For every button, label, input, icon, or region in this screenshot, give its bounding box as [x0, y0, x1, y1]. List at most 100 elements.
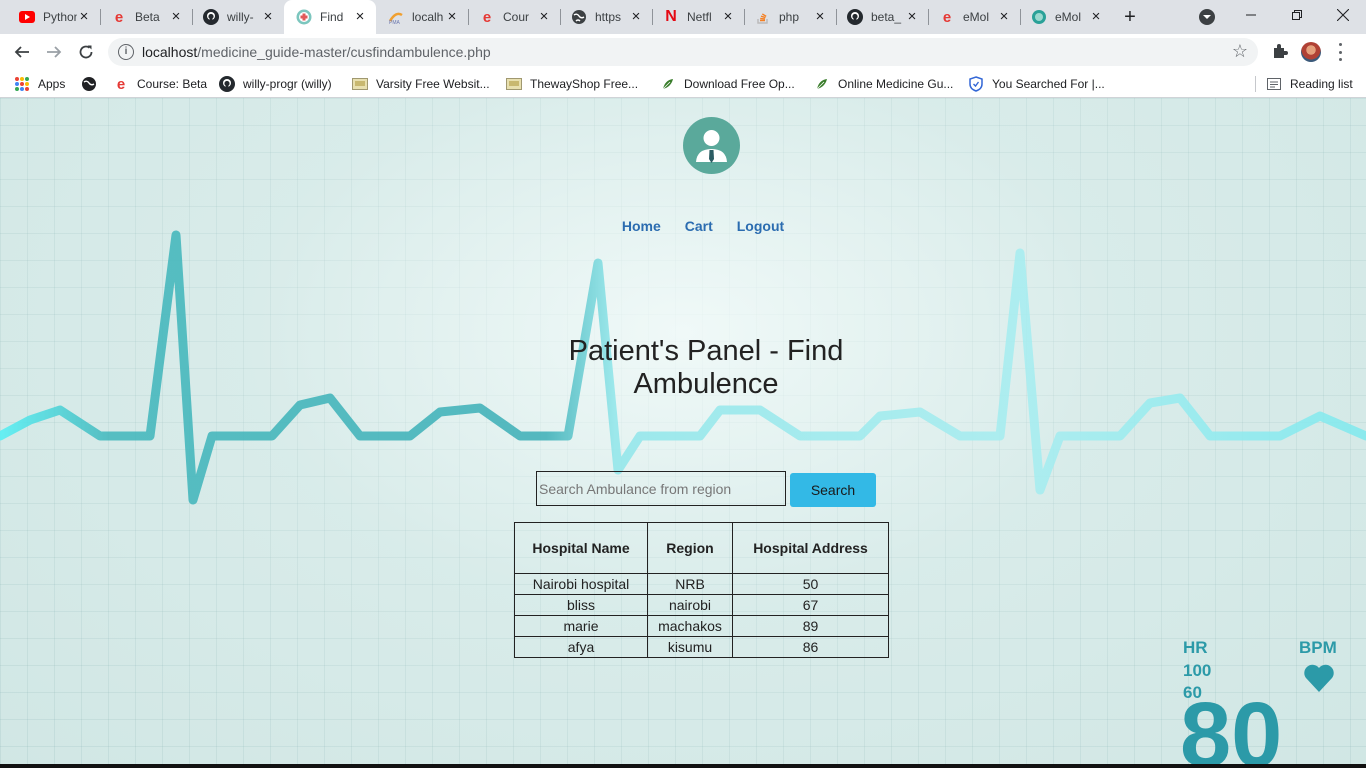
stack-overflow-icon [755, 9, 771, 25]
site-thumbnail-icon [506, 76, 522, 92]
github-icon [847, 9, 863, 25]
monitor-hr-label: HR [1183, 638, 1208, 657]
tab-label: eMol [1055, 10, 1082, 24]
bookmark-willy-progr[interactable]: willy-progr (willy) [219, 75, 332, 93]
leaf-icon [660, 76, 676, 92]
table-row: bliss nairobi 67 [514, 594, 889, 616]
heart-icon [1303, 663, 1335, 693]
tab-find[interactable]: Find × [284, 0, 376, 34]
table-header-row: Hospital Name Region Hospital Address [514, 522, 889, 574]
tab-label: Find [320, 10, 344, 24]
bookmark-label: ThewayShop Free... [530, 77, 639, 91]
close-icon[interactable]: × [76, 9, 92, 25]
globe-icon [571, 9, 587, 25]
search-button[interactable]: Search [790, 473, 876, 507]
bookmark-online-medicine[interactable]: Online Medicine Gu... [814, 75, 953, 93]
tab-label: localh [412, 10, 444, 24]
bookmark-you-searched[interactable]: You Searched For |... [968, 75, 1105, 93]
info-icon[interactable]: i [118, 44, 134, 60]
url-host: localhost [142, 44, 198, 60]
back-button[interactable] [8, 38, 36, 66]
close-icon[interactable]: × [168, 9, 184, 25]
emol-icon [1031, 9, 1047, 25]
nav-home-link[interactable]: Home [622, 218, 661, 234]
bookmark-label: Online Medicine Gu... [838, 77, 954, 91]
restore-icon [1292, 10, 1302, 20]
nav-logout-link[interactable]: Logout [737, 218, 784, 234]
bookmark-star-icon[interactable]: ☆ [1232, 41, 1248, 62]
tab-localhost[interactable]: PMA localh × [376, 0, 468, 34]
close-icon[interactable]: × [628, 9, 644, 25]
tab-netflix[interactable]: N Netfl × [644, 0, 744, 34]
globe-icon [81, 76, 97, 92]
close-window-button[interactable] [1320, 0, 1366, 30]
bookmark-course-beta[interactable]: e Course: Beta [113, 75, 207, 93]
close-icon[interactable]: × [996, 9, 1012, 25]
tab-emol-2[interactable]: eMol × [1012, 0, 1112, 34]
monitor-hr-high: 100 [1183, 661, 1212, 680]
close-icon[interactable]: × [812, 9, 828, 25]
bookmark-varsity[interactable]: Varsity Free Websit... [352, 75, 490, 93]
bookmark-apps[interactable]: Apps [14, 75, 65, 93]
tab-strip: Python × e Beta × willy- × Find × PMA lo… [0, 0, 1366, 34]
table-cell: kisumu [647, 636, 733, 658]
youtube-icon [19, 9, 35, 25]
bookmarks-divider [1255, 76, 1256, 92]
bookmarks-bar: Apps e Course: Beta willy-progr (willy) … [0, 70, 1366, 98]
new-tab-button[interactable]: + [1119, 6, 1141, 28]
tab-python[interactable]: Python × [0, 0, 100, 34]
minimize-button[interactable] [1228, 0, 1274, 30]
e-brand-icon: e [942, 8, 952, 26]
reading-list-icon [1266, 76, 1282, 92]
table-cell: 50 [732, 573, 889, 595]
close-icon[interactable]: × [444, 9, 460, 25]
close-icon[interactable]: × [720, 9, 736, 25]
extensions-puzzle-icon[interactable] [1270, 42, 1290, 62]
tab-beta[interactable]: e Beta × [92, 0, 192, 34]
tab-willy[interactable]: willy- × [184, 0, 284, 34]
bookmark-thewayshop[interactable]: ThewayShop Free... [506, 75, 638, 93]
leaf-icon [814, 76, 830, 92]
table-cell: bliss [514, 594, 648, 616]
browser-toolbar: i localhost/medicine_guide-master/cusfin… [0, 34, 1366, 70]
close-icon[interactable]: × [260, 9, 276, 25]
tab-label: beta_ [871, 10, 902, 24]
close-icon[interactable]: × [904, 9, 920, 25]
bookmark-download-free[interactable]: Download Free Op... [660, 75, 795, 93]
bookmark-label: Course: Beta [137, 77, 208, 91]
table-row: marie machakos 89 [514, 615, 889, 637]
restore-button[interactable] [1274, 0, 1320, 30]
address-bar[interactable]: i localhost/medicine_guide-master/cusfin… [108, 38, 1258, 66]
main-nav: Home Cart Logout [0, 218, 1366, 234]
address-url: localhost/medicine_guide-master/cusfinda… [142, 44, 491, 60]
tab-beta-github[interactable]: beta_ × [828, 0, 928, 34]
minimize-icon [1246, 14, 1256, 16]
search-input[interactable] [536, 471, 786, 506]
tab-label: Python [43, 10, 77, 24]
close-icon[interactable]: × [1088, 9, 1104, 25]
forward-button[interactable] [40, 38, 68, 66]
tab-php[interactable]: php × [736, 0, 836, 34]
reading-list-label: Reading list [1290, 77, 1353, 91]
tab-search-button[interactable] [1199, 9, 1215, 25]
arrow-right-icon [47, 46, 62, 58]
tab-label: Beta [135, 10, 160, 24]
tab-emol-1[interactable]: e eMol × [920, 0, 1020, 34]
close-icon[interactable]: × [352, 9, 368, 25]
table-cell: Nairobi hospital [514, 573, 648, 595]
menu-kebab-icon[interactable] [1337, 43, 1343, 61]
nav-cart-link[interactable]: Cart [685, 218, 713, 234]
close-icon[interactable]: × [536, 9, 552, 25]
bookmark-label: Apps [38, 77, 66, 91]
profile-avatar[interactable] [1301, 42, 1321, 62]
tab-label: willy- [227, 10, 254, 24]
bookmark-label: Varsity Free Websit... [376, 77, 490, 91]
reading-list-button[interactable]: Reading list [1266, 75, 1353, 93]
bookmark-globe[interactable] [81, 75, 105, 93]
tab-https[interactable]: https × [552, 0, 652, 34]
tab-course[interactable]: e Cour × [460, 0, 560, 34]
table-row: Nairobi hospital NRB 50 [514, 573, 889, 595]
table-cell: NRB [647, 573, 733, 595]
table-cell: 89 [732, 615, 889, 637]
reload-button[interactable] [72, 38, 100, 66]
